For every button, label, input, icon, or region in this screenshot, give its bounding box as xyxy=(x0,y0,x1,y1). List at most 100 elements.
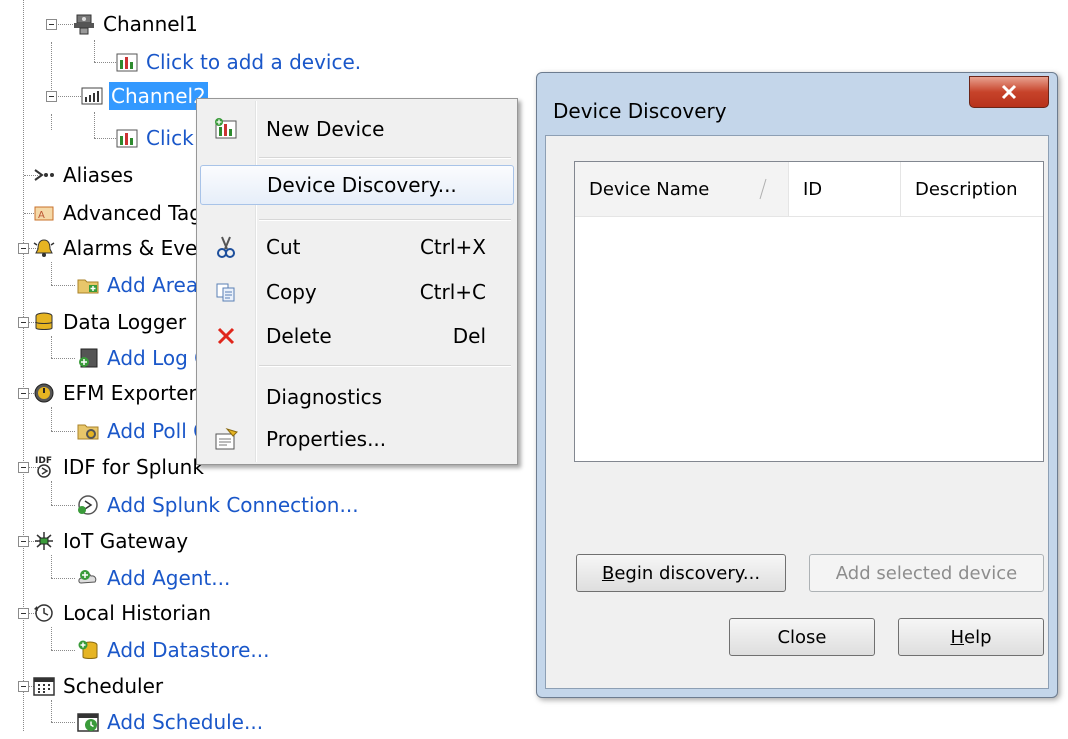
button-label: egin discovery... xyxy=(614,562,761,584)
menu-item-label: Diagnostics xyxy=(266,385,383,409)
device-list-header: Device Name ID Description xyxy=(575,162,1043,217)
device-list[interactable]: Device Name ID Description xyxy=(574,161,1044,462)
add-selected-device-button[interactable]: Add selected device xyxy=(809,554,1044,592)
tree-item-idf-splunk[interactable]: IDF IDF for Splunk xyxy=(32,450,206,484)
tree-item-label: Channel2 xyxy=(109,82,208,110)
column-header-id[interactable]: ID xyxy=(789,162,901,216)
tree-item-label: EFM Exporter xyxy=(63,381,197,405)
add-poll-group-icon xyxy=(76,419,100,443)
column-header-label: Description xyxy=(915,178,1018,200)
close-button[interactable]: Close xyxy=(729,618,875,656)
menu-separator xyxy=(259,219,511,221)
tree-item-add-device[interactable]: Click to add a device. xyxy=(115,45,363,79)
menu-item-label: New Device xyxy=(266,117,385,141)
tree-item-label: Add Agent... xyxy=(107,566,231,590)
menu-item-label: Cut xyxy=(266,235,301,259)
tree-item-label: Aliases xyxy=(63,163,134,187)
dialog-body: Device Name ID Description Begin discove… xyxy=(545,135,1049,689)
button-label: Close xyxy=(777,626,827,648)
delete-x-icon xyxy=(200,325,252,347)
tree-item-channel1[interactable]: Channel1 xyxy=(72,7,200,41)
column-header-label: Device Name xyxy=(589,178,710,200)
button-label: elp xyxy=(964,626,992,648)
accelerator-key: B xyxy=(601,562,615,584)
tree-item-add-datastore[interactable]: Add Datastore... xyxy=(76,633,272,667)
scheduler-calendar-icon xyxy=(32,674,56,698)
add-splunk-connection-icon xyxy=(76,493,100,517)
menu-separator xyxy=(259,157,511,159)
sort-indicator-icon xyxy=(759,178,767,200)
tree-item-iot-gateway[interactable]: IoT Gateway xyxy=(32,524,190,558)
tree-guide-line xyxy=(51,42,52,92)
column-header-description[interactable]: Description xyxy=(901,162,1043,216)
tree-item-label: Click to add a device. xyxy=(146,50,362,74)
menu-item-cut[interactable]: Cut Ctrl+X xyxy=(200,227,514,267)
tree-item-local-historian[interactable]: Local Historian xyxy=(32,596,213,630)
menu-item-label: Properties... xyxy=(266,427,387,451)
aliases-icon xyxy=(32,163,56,187)
device-discovery-dialog: Device Discovery Device Name ID Descript… xyxy=(536,72,1058,698)
add-log-group-icon xyxy=(76,346,100,370)
tree-item-label: Scheduler xyxy=(63,674,164,698)
menu-item-device-discovery[interactable]: Device Discovery... xyxy=(200,165,514,205)
menu-item-shortcut: Ctrl+X xyxy=(419,235,486,259)
iot-gateway-icon xyxy=(32,529,56,553)
idf-splunk-icon: IDF xyxy=(32,455,56,479)
window-close-button[interactable] xyxy=(969,76,1049,108)
add-area-folder-icon xyxy=(76,273,100,297)
tree-item-aliases[interactable]: Aliases xyxy=(32,158,135,192)
tree-guide-line xyxy=(51,114,52,130)
context-menu: New Device Device Discovery... Cut Ctrl+… xyxy=(196,98,518,465)
tree-item-add-agent[interactable]: Add Agent... xyxy=(76,561,232,595)
menu-item-shortcut: Ctrl+C xyxy=(419,280,486,304)
column-header-label: ID xyxy=(803,178,823,200)
advanced-tags-icon: A xyxy=(32,201,56,225)
add-datastore-icon xyxy=(76,638,100,662)
svg-text:A: A xyxy=(38,210,45,221)
tree-item-add-splunk-connection[interactable]: Add Splunk Connection... xyxy=(76,488,361,522)
dialog-title: Device Discovery xyxy=(553,99,727,123)
button-label: Add selected device xyxy=(835,562,1018,584)
tree-item-label: Channel1 xyxy=(103,12,198,36)
new-device-icon xyxy=(200,117,252,141)
data-logger-icon xyxy=(32,310,56,334)
add-device-icon xyxy=(115,50,139,74)
menu-item-new-device[interactable]: New Device xyxy=(200,109,514,149)
menu-item-label: Device Discovery... xyxy=(267,173,457,197)
add-schedule-icon xyxy=(76,710,100,734)
menu-item-label: Delete xyxy=(266,324,332,348)
collapse-toggle[interactable] xyxy=(46,19,57,30)
help-button[interactable]: Help xyxy=(898,618,1044,656)
menu-separator xyxy=(259,365,511,367)
collapse-toggle[interactable] xyxy=(46,91,57,102)
tree-item-efm-exporter[interactable]: EFM Exporter xyxy=(32,376,199,410)
menu-item-properties[interactable]: Properties... xyxy=(200,419,514,459)
scissors-icon xyxy=(200,235,252,259)
tree-item-data-logger[interactable]: Data Logger xyxy=(32,305,188,339)
add-agent-icon xyxy=(76,566,100,590)
menu-item-diagnostics[interactable]: Diagnostics xyxy=(200,377,514,417)
menu-item-copy[interactable]: Copy Ctrl+C xyxy=(200,272,514,312)
begin-discovery-button[interactable]: Begin discovery... xyxy=(576,554,786,592)
column-header-device-name[interactable]: Device Name xyxy=(575,162,789,216)
tree-item-scheduler[interactable]: Scheduler xyxy=(32,669,165,703)
tree-guide-line xyxy=(23,0,24,731)
add-device-icon xyxy=(115,126,139,150)
tree-item-label: Advanced Tags xyxy=(63,201,213,225)
tree-item-label: IDF for Splunk xyxy=(63,455,204,479)
efm-exporter-icon xyxy=(32,381,56,405)
tree-item-channel2[interactable]: Channel2 xyxy=(80,79,208,113)
tree-item-label: Local Historian xyxy=(63,601,211,625)
dialog-titlebar[interactable]: Device Discovery xyxy=(537,73,1057,135)
alarm-bell-icon xyxy=(32,236,56,260)
copy-icon xyxy=(200,281,252,303)
tree-item-add-schedule[interactable]: Add Schedule... xyxy=(76,705,265,739)
tree-item-label: Add Schedule... xyxy=(107,710,264,734)
menu-item-delete[interactable]: Delete Del xyxy=(200,316,514,356)
menu-item-label: Copy xyxy=(266,280,317,304)
properties-icon xyxy=(200,427,252,451)
accelerator-key: H xyxy=(950,626,965,648)
menu-item-shortcut: Del xyxy=(452,324,486,348)
ethernet-channel-icon xyxy=(80,84,104,108)
tree-item-advanced-tags[interactable]: A Advanced Tags xyxy=(32,196,214,230)
